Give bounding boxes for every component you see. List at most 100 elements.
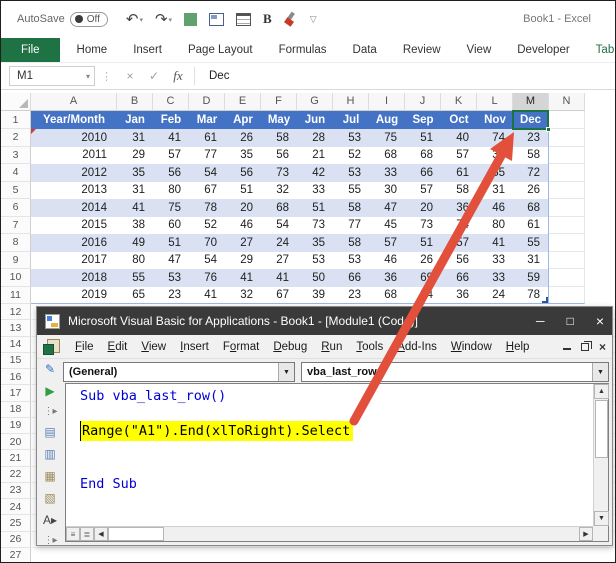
code-line[interactable] [80,458,593,476]
value-cell[interactable]: 57 [405,182,441,200]
value-cell[interactable]: 58 [513,147,549,165]
column-header-d[interactable]: D [189,93,225,111]
design-mode-icon[interactable]: ✎ [40,361,60,377]
fill-handle[interactable] [546,127,551,132]
code-line[interactable]: End Sub [80,476,593,494]
value-cell[interactable]: 36 [441,287,477,305]
tab-insert[interactable]: Insert [120,39,175,61]
year-cell[interactable]: 2010 [31,129,117,147]
cell-empty[interactable] [549,147,585,165]
value-cell[interactable]: 23 [333,287,369,305]
toolbar-grip-icon[interactable]: ⋮▸ [40,405,60,418]
value-cell[interactable]: 38 [117,217,153,235]
more-commands-button[interactable]: ▽ [310,14,317,25]
chevron-down-icon[interactable]: ▼ [592,363,608,381]
value-cell[interactable]: 54 [189,252,225,270]
row-number[interactable]: 18 [1,402,31,418]
name-box[interactable]: M1 ▾ [9,66,95,86]
table-resize-handle[interactable] [542,297,548,303]
year-cell[interactable]: 2019 [31,287,117,305]
code-line[interactable]: Sub vba_last_row() [80,388,593,406]
enter-button[interactable]: ✓ [142,69,166,83]
tab-view[interactable]: View [454,39,505,61]
cell-empty[interactable] [549,217,585,235]
value-cell[interactable]: 78 [189,199,225,217]
value-cell[interactable]: 32 [477,147,513,165]
tab-home[interactable]: Home [64,39,121,61]
value-cell[interactable]: 68 [261,199,297,217]
value-cell[interactable]: 77 [333,217,369,235]
value-cell[interactable]: 55 [117,269,153,287]
minimize-button[interactable]: ─ [536,314,545,328]
value-cell[interactable]: 51 [405,234,441,252]
row-number[interactable]: 10 [1,269,31,287]
year-cell[interactable]: 2015 [31,217,117,235]
value-cell[interactable]: 68 [369,147,405,165]
child-close-button[interactable]: × [599,340,606,354]
value-cell[interactable]: 51 [405,129,441,147]
object-browser-icon[interactable]: ▦ [40,468,60,484]
year-cell[interactable]: 2012 [31,164,117,182]
menu-edit[interactable]: Edit [101,338,135,356]
value-cell[interactable]: 66 [333,269,369,287]
row-number[interactable]: 14 [1,337,31,353]
code-line[interactable]: Range("A1").End(xlToRight).Select [80,423,593,441]
row-number[interactable]: 21 [1,450,31,466]
cancel-button[interactable]: × [118,69,142,83]
value-cell[interactable]: 41 [153,129,189,147]
column-header-k[interactable]: K [441,93,477,111]
value-cell[interactable]: 58 [333,199,369,217]
column-header-e[interactable]: E [225,93,261,111]
maximize-button[interactable]: □ [567,314,574,328]
value-cell[interactable]: 52 [333,147,369,165]
tab-data[interactable]: Data [340,39,390,61]
value-cell[interactable]: 56 [225,164,261,182]
value-cell[interactable]: 73 [261,164,297,182]
procedure-dropdown[interactable]: vba_last_row ▼ [301,362,609,382]
value-cell[interactable]: 47 [369,199,405,217]
header-cell-year-month[interactable]: Year/Month [31,111,117,129]
header-cell-oct[interactable]: Oct [441,111,477,129]
value-cell[interactable]: 55 [477,164,513,182]
value-cell[interactable]: 33 [297,182,333,200]
menu-add-ins[interactable]: Add-Ins [390,338,444,356]
scroll-right-button[interactable]: ▶ [579,527,593,541]
menu-help[interactable]: Help [499,338,537,356]
row-number[interactable]: 8 [1,234,31,252]
value-cell[interactable]: 51 [297,199,333,217]
menu-view[interactable]: View [134,338,173,356]
cell-empty[interactable] [549,287,585,305]
value-cell[interactable]: 33 [477,252,513,270]
menu-debug[interactable]: Debug [266,338,314,356]
year-cell[interactable]: 2013 [31,182,117,200]
row-number[interactable]: 24 [1,499,31,515]
insert-function-button[interactable]: fx [166,68,190,84]
value-cell[interactable]: 59 [513,269,549,287]
header-cell-aug[interactable]: Aug [369,111,405,129]
chevron-down-icon[interactable]: ▾ [169,16,173,24]
full-module-view-button[interactable]: ≣ [80,527,94,541]
tab-formulas[interactable]: Formulas [266,39,340,61]
menu-format[interactable]: Format [216,338,266,356]
value-cell[interactable]: 67 [261,287,297,305]
format-painter-icon[interactable] [284,12,298,26]
row-number[interactable]: 25 [1,515,31,531]
cell-empty[interactable] [549,199,585,217]
row-number[interactable]: 11 [1,287,31,305]
value-cell[interactable]: 57 [441,147,477,165]
value-cell[interactable]: 66 [441,269,477,287]
row-number[interactable]: 2 [1,129,31,147]
scrollbar-thumb[interactable] [595,400,608,458]
row-number[interactable]: 6 [1,199,31,217]
value-cell[interactable]: 29 [117,147,153,165]
value-cell[interactable]: 55 [513,234,549,252]
cell-empty[interactable] [549,234,585,252]
value-cell[interactable]: 55 [333,182,369,200]
workbook-window-icon[interactable] [209,13,224,26]
row-number[interactable]: 16 [1,369,31,385]
chevron-down-icon[interactable]: ▾ [86,72,90,81]
tab-developer[interactable]: Developer [504,39,582,61]
menu-file[interactable]: File [68,338,101,356]
value-cell[interactable]: 31 [117,129,153,147]
scrollbar-thumb[interactable] [108,527,164,541]
